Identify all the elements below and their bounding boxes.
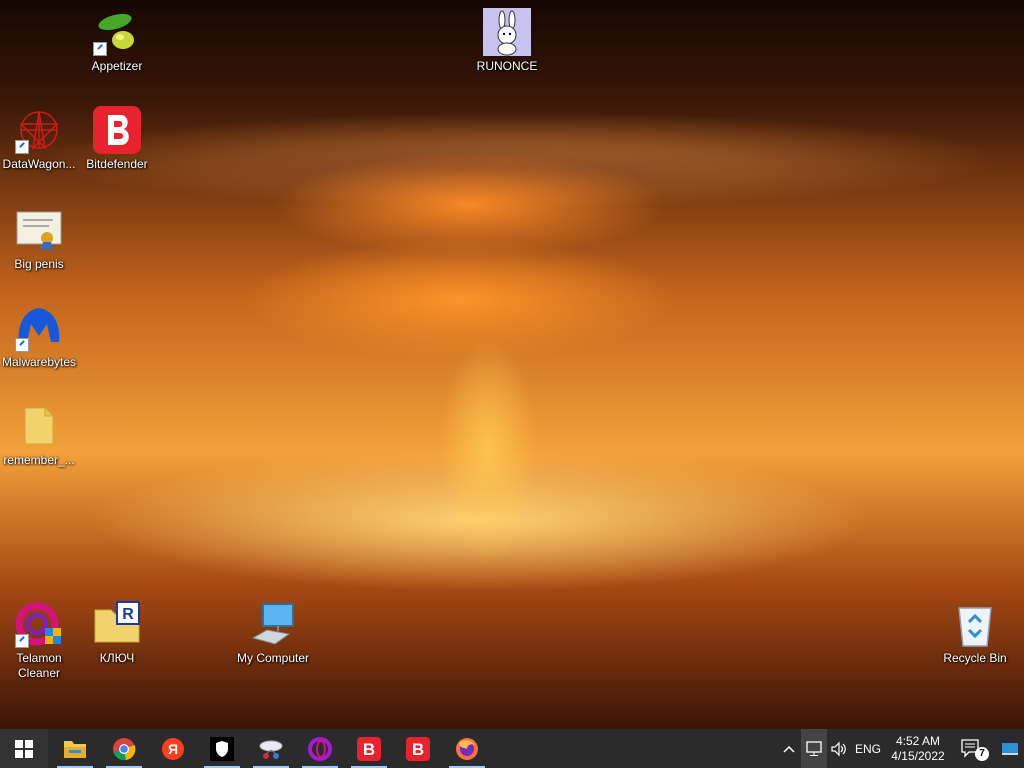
- taskbar-opera[interactable]: [296, 729, 344, 768]
- network-app-icon: [259, 740, 283, 759]
- shortcut-arrow-icon: [15, 140, 29, 154]
- desktop-icon-malwarebytes[interactable]: Malwarebytes: [0, 304, 79, 370]
- certificate-icon: [15, 206, 63, 254]
- desktop-icon-bitdefender[interactable]: Bitdefender: [77, 106, 157, 172]
- desktop-icon-runonce[interactable]: RUNONCE: [467, 8, 547, 74]
- svg-text:B: B: [412, 740, 424, 759]
- file-explorer-icon: [64, 740, 86, 758]
- desktop-icon-label: My Computer: [236, 651, 310, 665]
- desktop-icon-my-computer[interactable]: My Computer: [233, 600, 313, 666]
- chevron-up-icon: [783, 745, 795, 753]
- taskbar-file-explorer[interactable]: [51, 729, 99, 768]
- svg-text:Я: Я: [168, 741, 178, 757]
- network-monitor-icon: [806, 740, 822, 756]
- desktop-icon-label: КЛЮЧ: [99, 651, 135, 665]
- shortcut-arrow-icon: [15, 634, 29, 648]
- malwarebytes-icon: [15, 304, 63, 352]
- desktop-icon-remember-folder[interactable]: remember_...: [0, 402, 79, 468]
- svg-text:R: R: [122, 606, 134, 623]
- windows-logo-icon: [15, 739, 33, 758]
- folder-icon: [15, 402, 63, 450]
- taskbar-bitdefender-1[interactable]: B: [345, 729, 393, 768]
- desktop-icon-label: Big penis: [14, 257, 64, 271]
- desktop-icon-label: remember_...: [3, 453, 75, 467]
- desktop-icon-recycle-bin[interactable]: Recycle Bin: [935, 600, 1015, 666]
- tray-volume[interactable]: [827, 729, 851, 768]
- desktop-icon-telamon-cleaner[interactable]: Telamon Cleaner: [0, 600, 79, 681]
- notification-count-badge: 7: [975, 747, 989, 761]
- computer-icon: [249, 600, 297, 648]
- bitdefender-icon: B: [406, 736, 430, 761]
- recycle-bin-icon: [951, 600, 999, 648]
- desktop-icon-label: Appetizer: [91, 59, 143, 73]
- telamon-cleaner-icon: [15, 600, 63, 648]
- show-desktop-icon: [1002, 742, 1018, 755]
- taskbar: Я B B ENG 4:52 AM 4/15/2022 7: [0, 729, 1024, 768]
- tray-network[interactable]: [801, 729, 827, 768]
- desktop-icon-label: Recycle Bin: [943, 651, 1007, 665]
- desktop-icon-label: Bitdefender: [86, 157, 148, 171]
- svg-text:B: B: [363, 740, 375, 759]
- folder-key-icon: R: [93, 600, 141, 648]
- desktop-icon-label: RUNONCE: [476, 59, 538, 73]
- tray-language[interactable]: ENG: [852, 729, 884, 768]
- clock-date: 4/15/2022: [891, 748, 945, 763]
- taskbar-bitdefender-2[interactable]: B: [394, 729, 442, 768]
- tray-show-hidden-icons[interactable]: [778, 729, 800, 768]
- taskbar-yandex[interactable]: Я: [149, 729, 197, 768]
- taskbar-shield-app[interactable]: [198, 729, 246, 768]
- speaker-icon: [831, 741, 846, 756]
- yandex-icon: Я: [162, 737, 184, 760]
- desktop-icon-label: Telamon Cleaner: [16, 651, 62, 680]
- taskbar-firefox[interactable]: [443, 729, 491, 768]
- tray-clock[interactable]: 4:52 AM 4/15/2022: [886, 729, 950, 768]
- rabbit-icon: [483, 8, 531, 56]
- desktop-icon-certificate[interactable]: Big penis: [0, 206, 79, 272]
- taskbar-chrome[interactable]: [100, 729, 148, 768]
- bitdefender-icon: [93, 106, 141, 154]
- bitdefender-icon: B: [357, 736, 381, 761]
- clock-time: 4:52 AM: [895, 733, 941, 748]
- show-desktop-button[interactable]: [996, 729, 1024, 768]
- chrome-icon: [113, 737, 136, 760]
- desktop-icon-label: DataWagon...: [2, 157, 76, 171]
- opera-icon: [308, 736, 332, 761]
- appetizer-icon: [93, 8, 141, 56]
- firefox-icon: [456, 737, 478, 760]
- desktop-icon-appetizer[interactable]: Appetizer: [77, 8, 157, 74]
- shield-app-icon: [210, 736, 234, 761]
- action-center-button[interactable]: 7: [954, 729, 990, 768]
- shortcut-arrow-icon: [15, 338, 29, 352]
- datawagon-icon: [15, 106, 63, 154]
- desktop-icon-datawagon[interactable]: DataWagon...: [0, 106, 79, 172]
- start-button[interactable]: [0, 729, 48, 768]
- taskbar-network-app[interactable]: [247, 729, 295, 768]
- desktop-icon-klyuch[interactable]: R КЛЮЧ: [77, 600, 157, 666]
- desktop-icon-label: Malwarebytes: [1, 355, 77, 369]
- shortcut-arrow-icon: [93, 42, 107, 56]
